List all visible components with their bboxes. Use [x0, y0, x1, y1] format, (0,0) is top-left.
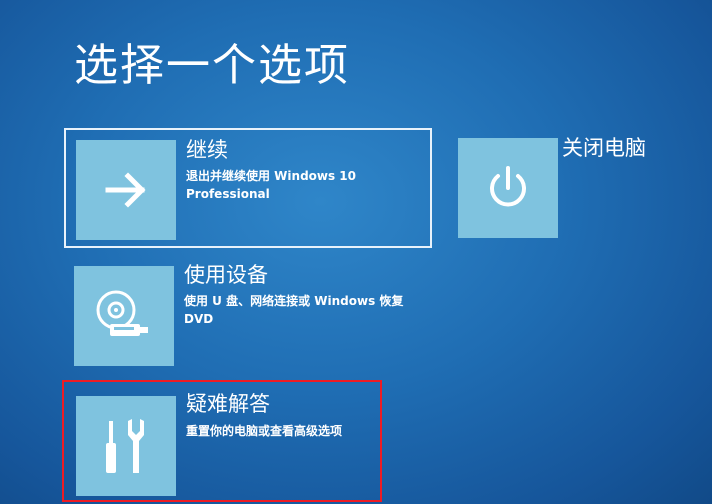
power-icon [490, 166, 526, 207]
use-device-tile[interactable] [74, 266, 174, 366]
troubleshoot-description: 重置你的电脑或查看高级选项 [186, 424, 343, 438]
continue-description: 退出并继续使用 Windows 10 Professional [186, 169, 357, 201]
troubleshoot-option[interactable]: 疑难解答 重置你的电脑或查看高级选项 [62, 380, 382, 502]
use-device-description: 使用 U 盘、网络连接或 Windows 恢复 DVD [184, 294, 404, 326]
troubleshoot-tile[interactable] [76, 396, 176, 496]
continue-option[interactable]: 继续 退出并继续使用 Windows 10 Professional [64, 128, 432, 248]
troubleshoot-label: 疑难解答 [186, 392, 270, 416]
use-device-option[interactable]: 使用设备 使用 U 盘、网络连接或 Windows 恢复 DVD [64, 258, 432, 370]
use-device-label: 使用设备 [184, 263, 268, 287]
arrow-right-icon [105, 172, 146, 208]
shutdown-tile[interactable] [458, 138, 558, 238]
continue-tile[interactable] [76, 140, 176, 240]
shutdown-option[interactable]: 关闭电脑 [448, 130, 678, 246]
page-title: 选择一个选项 [74, 40, 350, 91]
continue-label: 继续 [186, 138, 228, 162]
shutdown-label: 关闭电脑 [562, 136, 646, 160]
tools-icon [106, 419, 144, 473]
disc-drive-icon [96, 290, 148, 336]
